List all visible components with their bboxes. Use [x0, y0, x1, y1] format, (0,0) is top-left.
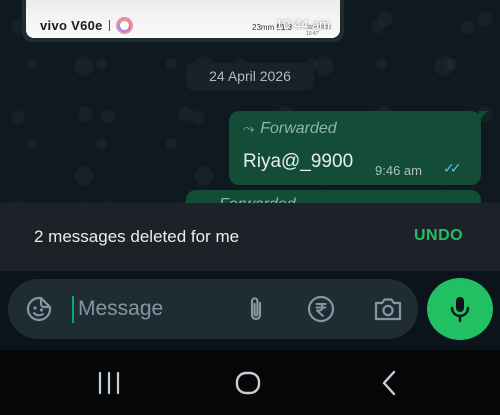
message-input[interactable]	[78, 293, 228, 325]
message-time: 9:46 am	[375, 163, 422, 178]
recent-apps-icon[interactable]	[94, 368, 124, 398]
outgoing-message-bubble[interactable]: ⤳ Forwarded Riya@_9900 9:46 am ✓✓	[229, 111, 488, 185]
text-caret	[72, 296, 74, 323]
camera-watermark: vivo V60e	[40, 17, 133, 34]
double-tick-read-icon: ✓✓	[443, 160, 462, 176]
brand-badge-icon	[115, 17, 133, 34]
image-message[interactable]: vivo V60e 23mm f/1.8 03/24/2026 10:47 10…	[22, 0, 344, 42]
emoji-sticker-icon[interactable]	[26, 296, 52, 322]
date-separator: 24 April 2026	[186, 63, 314, 90]
forwarded-label: ⤳ Forwarded	[243, 120, 337, 138]
watermark-brand-text: vivo V60e	[40, 18, 103, 33]
camera-icon[interactable]	[373, 296, 403, 322]
message-composer	[8, 279, 418, 339]
microphone-icon	[450, 297, 470, 323]
photo-thumbnail[interactable]: vivo V60e 23mm f/1.8 03/24/2026 10:47 10…	[26, 0, 340, 38]
watermark-divider	[108, 20, 110, 31]
image-message-time: 10:44 am	[275, 17, 330, 32]
paperclip-icon[interactable]	[244, 295, 268, 323]
voice-record-button[interactable]	[427, 278, 493, 340]
home-icon[interactable]	[233, 368, 263, 398]
back-icon[interactable]	[375, 368, 405, 398]
undo-button[interactable]: UNDO	[414, 227, 463, 245]
forward-arrow-icon: ⤳	[243, 120, 255, 136]
message-text: Riya@_9900	[243, 151, 354, 172]
forwarded-text: Forwarded	[260, 120, 337, 137]
rupee-payment-icon[interactable]	[307, 295, 335, 323]
system-nav-bar	[0, 350, 500, 415]
snackbar: 2 messages deleted for me UNDO	[0, 203, 500, 271]
snackbar-message: 2 messages deleted for me	[34, 227, 240, 246]
